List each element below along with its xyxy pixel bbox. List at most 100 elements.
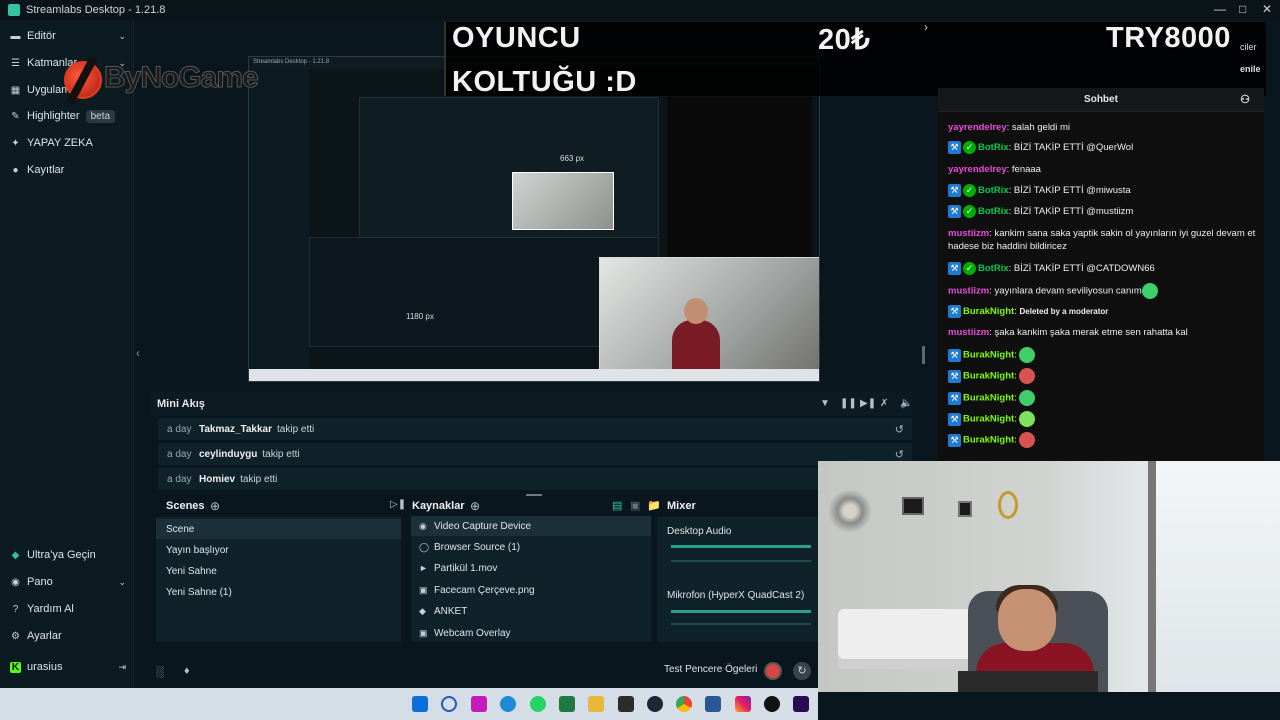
source-item[interactable]: ► Partikül 1.mov (411, 558, 651, 578)
selective-recording-icon[interactable]: ▤ (612, 499, 622, 512)
scene-item[interactable]: Yeni Sahne (1) (156, 582, 401, 602)
chat-username[interactable]: BurakNight (963, 306, 1014, 317)
chat-username[interactable]: yayrendelrey (948, 164, 1007, 175)
emote-icon (1019, 432, 1036, 448)
chat-username[interactable]: BurakNight (963, 414, 1014, 425)
chat-username[interactable]: BurakNight (963, 350, 1014, 361)
sunburst-mirror (828, 489, 872, 533)
search-icon[interactable] (441, 696, 457, 712)
add-source-icon[interactable]: ⊕ (470, 499, 480, 513)
stream-preview[interactable]: Streamlabs Desktop - 1.21.8 663 px 1180 … (248, 56, 820, 382)
chat-text: yayınlara devam seviliyosun canım (994, 285, 1142, 297)
chat-username[interactable]: mustiizm (948, 228, 989, 239)
chat-title: Sohbet (1084, 94, 1118, 105)
volume-slider[interactable] (671, 560, 811, 562)
chat-username[interactable]: BotRix (978, 185, 1009, 196)
pause-icon[interactable]: ❚❚ (840, 398, 857, 409)
user-list-icon[interactable]: ⚇ (1240, 88, 1250, 112)
chat-username[interactable]: yayrendelrey (948, 122, 1007, 133)
beta-badge: beta (85, 109, 116, 123)
footer-bar: ░ ♦ Test Pencere Ögeleri ↻ (134, 654, 818, 688)
mute-alerts-icon[interactable]: ✗ (880, 398, 888, 409)
premiere-icon[interactable] (793, 696, 809, 712)
epic-games-icon[interactable] (618, 696, 634, 712)
add-group-icon[interactable]: ▣ (630, 499, 640, 512)
replay-buffer-button[interactable]: ↻ (793, 662, 811, 680)
scene-transition-icon[interactable]: ▷❚ (390, 499, 406, 510)
feed-event-action: takip etti (240, 473, 278, 485)
chrome-icon[interactable] (676, 696, 692, 712)
excel-icon[interactable] (559, 696, 575, 712)
sidebar-item-highlighter[interactable]: ✎ Highlighter beta (10, 107, 128, 125)
chevron-left-icon[interactable]: ‹ (136, 346, 140, 360)
moderator-badge-icon: ⚒ (948, 348, 961, 362)
sidebar-item-help[interactable]: ? Yardım Al (10, 600, 128, 618)
source-label: Browser Source (1) (434, 541, 521, 553)
scene-item[interactable]: Yeni Sahne (156, 561, 401, 581)
sidebar-item-editor[interactable]: ▬ Editör ⌄ (10, 27, 128, 45)
layers-icon: ☰ (11, 57, 20, 69)
user-name: urasius (27, 661, 63, 673)
volume-icon[interactable]: 🔈 (900, 398, 912, 409)
folder-icon[interactable]: 📁 (647, 499, 661, 512)
scene-item[interactable]: Scene (156, 519, 401, 539)
scene-item[interactable]: Yayın başlıyor (156, 540, 401, 560)
add-scene-icon[interactable]: ⊕ (210, 499, 220, 513)
edge-icon[interactable] (500, 696, 516, 712)
steam-icon[interactable] (647, 696, 663, 712)
volume-meter (671, 610, 811, 613)
emote-icon (1019, 390, 1036, 406)
source-item[interactable]: ◆ ANKET (411, 601, 651, 621)
chat-username[interactable]: mustiizm (948, 286, 989, 297)
maximize-button[interactable]: □ (1239, 2, 1246, 16)
chevron-right-icon: › (924, 20, 928, 34)
skip-icon[interactable]: ▶❚ (860, 398, 876, 409)
chat-username[interactable]: BotRix (978, 206, 1009, 217)
sidebar-item-settings[interactable]: ⚙ Ayarlar (10, 627, 128, 645)
performance-icon[interactable]: ░ (156, 666, 164, 678)
test-widgets-button[interactable]: Test Pencere Ögeleri (664, 664, 757, 675)
chat-message: ⚒ BurakNight: (948, 390, 1258, 406)
chat-message: ⚒ BurakNight: (948, 411, 1258, 427)
volume-slider[interactable] (671, 623, 811, 625)
chat-message: ⚒ BurakNight: (948, 347, 1258, 363)
chat-username[interactable]: BurakNight (963, 371, 1014, 382)
notification-icon[interactable]: ♦ (184, 665, 190, 677)
repeat-icon[interactable]: ↺ (895, 448, 904, 461)
sidebar-item-recordings[interactable]: ● Kayıtlar (10, 161, 128, 179)
source-item[interactable]: ◯ Browser Source (1) (411, 537, 651, 557)
twitch-app-icon[interactable] (471, 696, 487, 712)
chat-username[interactable]: BurakNight (963, 393, 1014, 404)
emote-icon (1019, 347, 1036, 363)
logout-icon[interactable]: ⇥ (118, 662, 126, 673)
word-icon[interactable] (705, 696, 721, 712)
chat-username[interactable]: BotRix (978, 263, 1009, 274)
chat-text: BİZİ TAKİP ETTİ @mustiizm (1013, 206, 1134, 218)
sidebar-item-ultra[interactable]: ◆ Ultra'ya Geçin (10, 546, 128, 564)
picture-frame (958, 501, 972, 517)
filter-icon[interactable]: ▼ (820, 398, 830, 409)
mixer-title: Mixer (667, 500, 696, 512)
feed-event-name: Takmaz_Takkar (199, 423, 273, 435)
preview-camera-selected[interactable] (599, 257, 819, 381)
record-button[interactable] (764, 662, 782, 680)
minimize-button[interactable]: — (1214, 2, 1226, 16)
instagram-icon[interactable] (735, 696, 751, 712)
source-item[interactable]: ▣ Webcam Overlay (411, 623, 651, 643)
streamlabs-taskbar-icon[interactable] (764, 696, 780, 712)
sidebar-item-dashboard[interactable]: ◉ Pano ⌄ (10, 573, 128, 591)
windows-start-icon[interactable] (412, 696, 428, 712)
source-item[interactable]: ◉ Video Capture Device (411, 516, 651, 536)
repeat-icon[interactable]: ↺ (895, 423, 904, 436)
source-item[interactable]: ▣ Facecam Çerçeve.png (411, 580, 651, 600)
chat-username[interactable]: BotRix (978, 142, 1009, 153)
scenes-list: Scene Yayın başlıyor Yeni Sahne Yeni Sah… (156, 517, 401, 642)
user-profile[interactable]: K urasius ⇥ (10, 658, 128, 676)
sidebar-item-ai[interactable]: ✦ YAPAY ZEKA (10, 134, 128, 152)
close-button[interactable]: ✕ (1262, 2, 1272, 16)
chat-username[interactable]: BurakNight (963, 435, 1014, 446)
panel-resize-handle[interactable] (922, 346, 925, 364)
chat-username[interactable]: mustiizm (948, 327, 989, 338)
file-explorer-icon[interactable] (588, 696, 604, 712)
whatsapp-icon[interactable] (530, 696, 546, 712)
